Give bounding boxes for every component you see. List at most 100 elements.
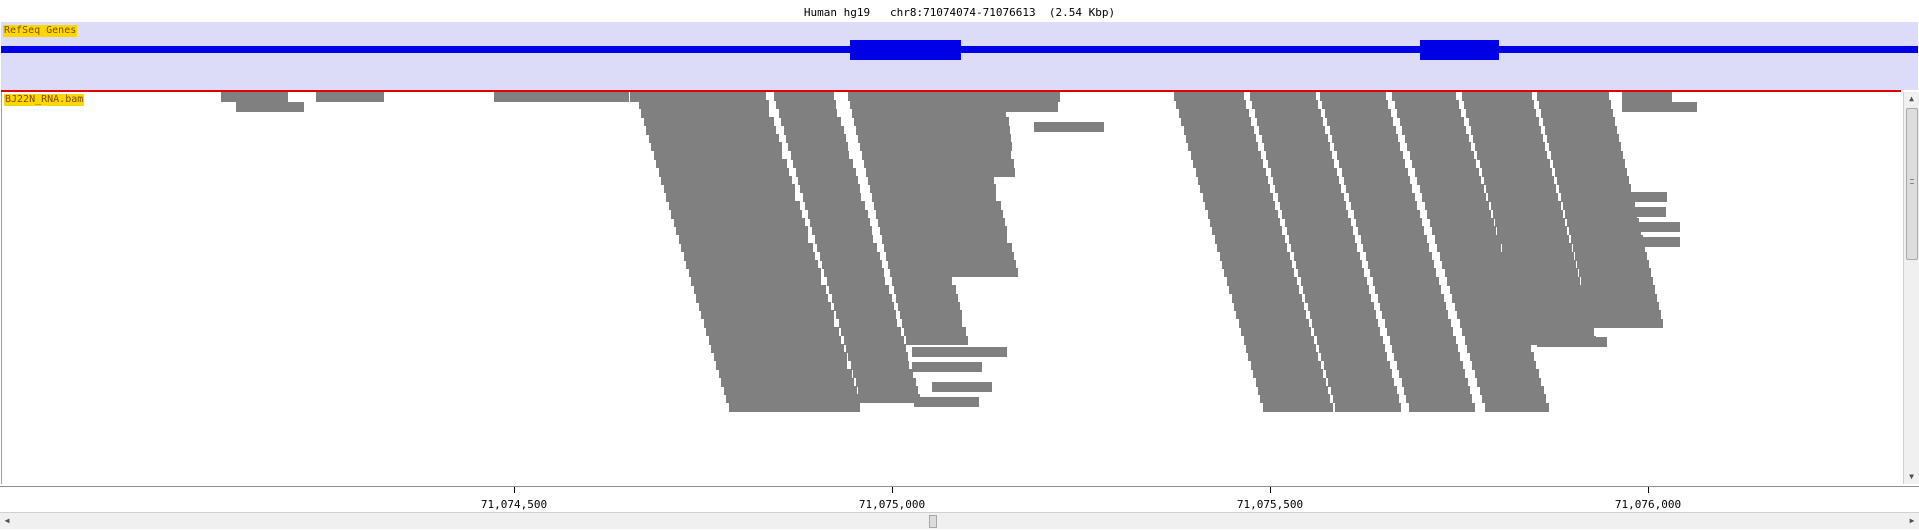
read-block bbox=[736, 201, 800, 210]
read-block bbox=[1370, 268, 1436, 277]
read-block bbox=[1485, 403, 1549, 412]
read-block bbox=[1405, 134, 1469, 143]
read-block bbox=[1260, 394, 1330, 403]
read-block bbox=[1442, 260, 1506, 269]
read-block bbox=[1622, 102, 1697, 112]
horizontal-scroll-thumb[interactable] bbox=[929, 515, 937, 528]
read-block bbox=[937, 226, 1007, 235]
triangle-left-icon[interactable]: ◀ bbox=[0, 513, 14, 529]
read-block bbox=[1390, 336, 1456, 345]
read-block bbox=[1263, 403, 1333, 412]
read-block bbox=[723, 159, 787, 168]
read-block bbox=[1368, 260, 1434, 269]
read-block bbox=[1291, 243, 1357, 252]
vertical-scroll-thumb[interactable] bbox=[1906, 108, 1918, 260]
vertical-scrollbar[interactable]: ▲ ▼ bbox=[1903, 92, 1919, 484]
read-block bbox=[714, 352, 794, 361]
horizontal-scrollbar[interactable]: ◀ ▶ bbox=[0, 512, 1919, 529]
read-block bbox=[1537, 337, 1607, 347]
read-block bbox=[711, 344, 791, 353]
read-block bbox=[1513, 285, 1583, 294]
read-block bbox=[1342, 168, 1408, 177]
read-block bbox=[1176, 100, 1246, 109]
read-block bbox=[948, 109, 1006, 118]
read-block bbox=[817, 243, 877, 252]
read-block bbox=[1462, 327, 1526, 336]
read-block bbox=[1475, 142, 1545, 151]
genomic-ruler: 71,074,500 71,075,000 71,075,500 71,076,… bbox=[0, 486, 1919, 515]
ruler-tick bbox=[892, 487, 893, 493]
read-block bbox=[1508, 268, 1578, 277]
read-block bbox=[1289, 235, 1355, 244]
read-block bbox=[1191, 151, 1261, 160]
read-block bbox=[882, 235, 942, 244]
read-block bbox=[1452, 294, 1516, 303]
read-block bbox=[851, 361, 909, 370]
refseq-genes-track[interactable]: RefSeq Genes bbox=[1, 22, 1918, 90]
read-block bbox=[733, 193, 795, 202]
read-block bbox=[1246, 344, 1316, 353]
read-block bbox=[1549, 142, 1621, 151]
read-block bbox=[1467, 344, 1531, 353]
read-block bbox=[1273, 176, 1339, 185]
read-block bbox=[1224, 268, 1294, 277]
read-block bbox=[880, 226, 942, 235]
ruler-tick-label: 71,075,000 bbox=[858, 498, 926, 511]
read-block bbox=[1239, 319, 1309, 328]
read-block bbox=[1358, 226, 1424, 235]
read-block bbox=[946, 260, 1016, 269]
genome-name: Human hg19 bbox=[803, 6, 871, 19]
read-block bbox=[776, 100, 836, 109]
read-block bbox=[1502, 243, 1572, 252]
gene-track-label[interactable]: RefSeq Genes bbox=[3, 25, 78, 37]
read-block bbox=[1415, 168, 1479, 177]
read-block bbox=[1460, 319, 1524, 328]
read-block bbox=[874, 201, 936, 210]
read-block bbox=[1282, 210, 1348, 219]
read-block bbox=[725, 168, 789, 177]
read-block bbox=[848, 92, 910, 101]
read-block bbox=[841, 327, 901, 336]
read-block bbox=[1354, 210, 1420, 219]
read-block bbox=[770, 310, 834, 319]
read-block bbox=[759, 277, 821, 286]
read-block bbox=[721, 378, 801, 387]
read-block bbox=[796, 168, 856, 177]
read-block bbox=[1278, 193, 1344, 202]
read-block bbox=[832, 294, 892, 303]
read-block bbox=[860, 394, 920, 403]
read-block bbox=[952, 142, 1012, 151]
read-block bbox=[951, 134, 1011, 143]
read-block bbox=[834, 302, 894, 311]
read-block bbox=[914, 397, 979, 407]
read-block bbox=[924, 176, 994, 185]
read-block bbox=[1420, 184, 1484, 193]
triangle-right-icon[interactable]: ▶ bbox=[1905, 513, 1919, 529]
read-block bbox=[1521, 319, 1591, 328]
bam-alignment-track[interactable]: BJ22N_RNA.bam bbox=[1, 92, 1902, 484]
read-block bbox=[1332, 134, 1398, 143]
read-block bbox=[706, 327, 786, 336]
read-block bbox=[886, 252, 948, 261]
gene-exon bbox=[1420, 40, 1499, 60]
read-block bbox=[1179, 109, 1249, 118]
read-block bbox=[896, 294, 958, 303]
read-block bbox=[1425, 201, 1489, 210]
read-block bbox=[1324, 361, 1390, 370]
read-block bbox=[762, 285, 826, 294]
triangle-down-icon[interactable]: ▼ bbox=[1904, 470, 1919, 484]
read-block bbox=[754, 260, 818, 269]
read-block bbox=[757, 268, 821, 277]
read-block bbox=[1252, 100, 1318, 109]
read-block bbox=[1205, 201, 1275, 210]
bam-track-label[interactable]: BJ22N_RNA.bam bbox=[4, 94, 85, 106]
read-block bbox=[1577, 260, 1649, 269]
read-block bbox=[1319, 344, 1385, 353]
read-block bbox=[844, 336, 904, 345]
read-block bbox=[1222, 260, 1292, 269]
read-alignments bbox=[221, 92, 1697, 412]
read-block bbox=[1553, 159, 1625, 168]
read-block bbox=[1410, 151, 1474, 160]
triangle-up-icon[interactable]: ▲ bbox=[1904, 92, 1919, 106]
read-block bbox=[1572, 222, 1680, 232]
